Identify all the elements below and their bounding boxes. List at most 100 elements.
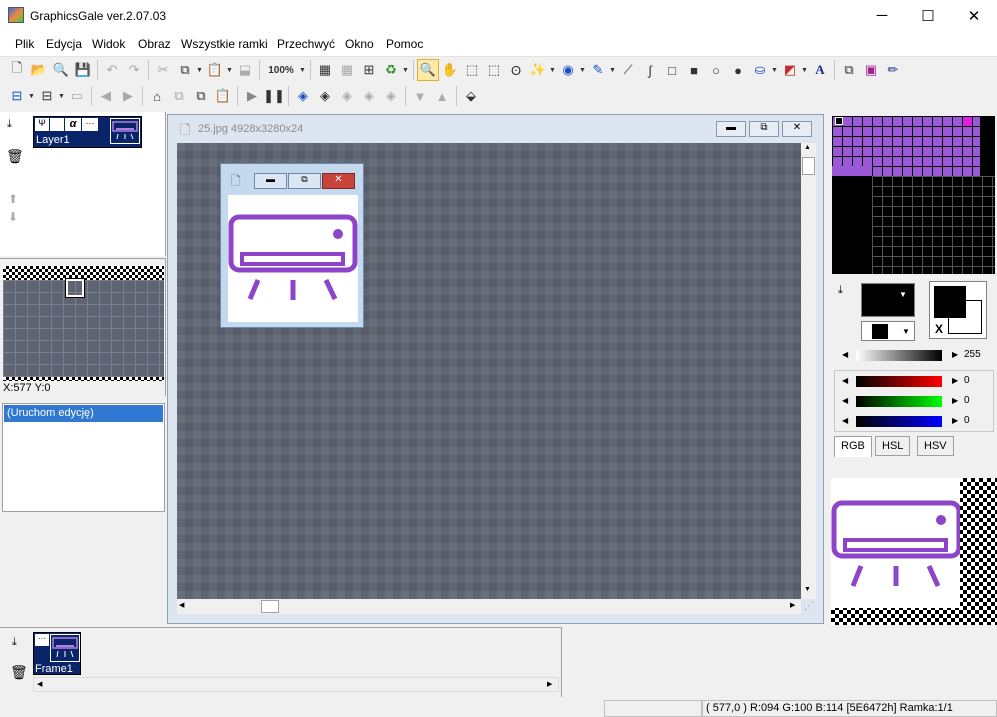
- resize-grip-icon[interactable]: ⋰: [804, 601, 814, 612]
- copy-icon[interactable]: ⧉: [174, 59, 196, 81]
- brightness-left-icon[interactable]: ◀: [842, 350, 848, 359]
- color-swap-dropdown-icon[interactable]: ▼: [402, 67, 410, 74]
- layer-more-button[interactable]: ···: [82, 118, 98, 131]
- layer-merge-dropdown-icon[interactable]: ▼: [58, 93, 66, 100]
- preview-minimize-button[interactable]: ▬: [254, 173, 287, 189]
- move-down-icon[interactable]: ▼: [409, 85, 431, 107]
- brightness-gradient[interactable]: [856, 350, 942, 361]
- horizontal-scroll-thumb[interactable]: [261, 600, 279, 613]
- copy-dropdown-icon[interactable]: ▼: [196, 67, 204, 74]
- layer-lock-icon[interactable]: [50, 118, 64, 131]
- ellipse-icon[interactable]: ○: [705, 59, 727, 81]
- frame-properties-icon[interactable]: ⌂: [146, 85, 168, 107]
- pen-icon[interactable]: ✎: [587, 59, 609, 81]
- blue-slider[interactable]: ◀ ▶ 0: [840, 415, 990, 429]
- new-file-icon[interactable]: 🗋: [6, 59, 28, 81]
- frame-window-icon[interactable]: ▣: [860, 59, 882, 81]
- foreground-color-swatch[interactable]: [934, 286, 966, 318]
- secondary-dropdown-icon[interactable]: ▼: [902, 327, 910, 336]
- gradient-icon[interactable]: ◩: [779, 59, 801, 81]
- onion-remove-icon[interactable]: ◈: [336, 85, 358, 107]
- layer-item[interactable]: Ψ α ··· Layer1: [33, 116, 142, 148]
- menu-obraz[interactable]: Obraz: [138, 37, 171, 51]
- zoom-dropdown-icon[interactable]: ▼: [299, 67, 307, 74]
- text-tool-icon[interactable]: A: [809, 59, 831, 81]
- red-left-icon[interactable]: ◀: [842, 376, 848, 385]
- save-icon[interactable]: 💾: [72, 59, 94, 81]
- redo-icon[interactable]: ↷: [123, 59, 145, 81]
- foreground-color-box[interactable]: [861, 283, 915, 317]
- document-close-button[interactable]: ✕: [782, 121, 812, 137]
- frame-more-button[interactable]: ···: [35, 634, 49, 646]
- layer-add-icon[interactable]: ⊟: [6, 85, 28, 107]
- gradient-dropdown-icon[interactable]: ▼: [801, 67, 809, 74]
- fg-bg-swatches[interactable]: X: [929, 281, 987, 339]
- play-icon[interactable]: ▶: [241, 85, 263, 107]
- magic-wand-dropdown-icon[interactable]: ▼: [549, 67, 557, 74]
- zoom-level-button[interactable]: 100%: [263, 59, 299, 81]
- grid-icon[interactable]: ▦: [314, 59, 336, 81]
- color-picker-icon[interactable]: ◉: [557, 59, 579, 81]
- filled-ellipse-icon[interactable]: ●: [727, 59, 749, 81]
- cut-icon[interactable]: ✂: [152, 59, 174, 81]
- scroll-left-icon[interactable]: ◀: [179, 601, 184, 609]
- preview-restore-button[interactable]: ⧉: [288, 173, 321, 189]
- transform-icon[interactable]: ⬙: [460, 85, 482, 107]
- green-gradient[interactable]: [856, 396, 942, 407]
- document-minimize-button[interactable]: ▬: [716, 121, 746, 137]
- fill-dropdown-icon[interactable]: ▼: [771, 67, 779, 74]
- close-button[interactable]: ✕: [951, 0, 997, 31]
- paste-icon[interactable]: 📋: [204, 59, 226, 81]
- palette-selected-swatch[interactable]: [835, 117, 843, 125]
- menu-przechwyc[interactable]: Przechwyć: [277, 37, 335, 51]
- layer-merge-icon[interactable]: ⊟: [36, 85, 58, 107]
- tab-hsv[interactable]: HSV: [917, 436, 954, 456]
- frame-prev-icon[interactable]: ◀: [95, 85, 117, 107]
- scroll-up-icon[interactable]: ▲: [804, 144, 811, 151]
- frame-trash-icon[interactable]: 🗑: [10, 664, 28, 681]
- blue-left-icon[interactable]: ◀: [842, 416, 848, 425]
- crop-grid-icon[interactable]: ⊞: [358, 59, 380, 81]
- green-right-icon[interactable]: ▶: [952, 396, 958, 405]
- frames-scroll-left-icon[interactable]: ◀: [37, 680, 42, 688]
- onion-icon[interactable]: ◈: [314, 85, 336, 107]
- red-slider[interactable]: ◀ ▶ 0: [840, 375, 990, 389]
- undo-icon[interactable]: ↶: [101, 59, 123, 81]
- color-swap-icon[interactable]: ♻: [380, 59, 402, 81]
- blue-right-icon[interactable]: ▶: [952, 416, 958, 425]
- pencil-blue-icon[interactable]: ✏: [882, 59, 904, 81]
- picker-dropdown-icon[interactable]: ▼: [579, 67, 587, 74]
- foreground-dropdown-icon[interactable]: ▼: [899, 290, 907, 299]
- grid-light-icon[interactable]: ▦: [336, 59, 358, 81]
- brightness-slider[interactable]: ◀ ▶ 255: [840, 349, 990, 363]
- menu-wszystkie-ramki[interactable]: Wszystkie ramki: [181, 37, 268, 51]
- window-icon[interactable]: ⧉: [838, 59, 860, 81]
- tab-rgb[interactable]: RGB: [834, 436, 872, 457]
- menu-okno[interactable]: Okno: [345, 37, 374, 51]
- vertical-scroll-thumb[interactable]: [802, 157, 815, 175]
- blue-gradient[interactable]: [856, 416, 942, 427]
- layer-alpha-icon[interactable]: α: [65, 118, 81, 131]
- layer-download-icon[interactable]: ⤓: [7, 118, 12, 131]
- document-restore-button[interactable]: ⧉: [749, 121, 779, 137]
- palette-magenta-swatch[interactable]: [963, 117, 972, 126]
- layer-down-icon[interactable]: ⬇: [8, 210, 18, 224]
- palette-black-swatches[interactable]: [872, 176, 995, 274]
- history-item[interactable]: (Uruchom edycję): [4, 405, 163, 422]
- hand-tool-icon[interactable]: ✋: [439, 59, 461, 81]
- menu-edycja[interactable]: Edycja: [46, 37, 82, 51]
- pause-icon[interactable]: ❚❚: [263, 85, 285, 107]
- minimize-button[interactable]: ─: [859, 0, 905, 31]
- red-gradient[interactable]: [856, 376, 942, 387]
- frame-item[interactable]: ··· Frame1: [33, 632, 81, 675]
- layer-add-dropdown-icon[interactable]: ▼: [28, 93, 36, 100]
- browse-magnifier-icon[interactable]: 🔍: [50, 59, 72, 81]
- stamp-icon[interactable]: ⬓: [234, 59, 256, 81]
- rectangle-icon[interactable]: □: [661, 59, 683, 81]
- layer-trash-icon[interactable]: 🗑: [6, 148, 24, 165]
- pen-dropdown-icon[interactable]: ▼: [609, 67, 617, 74]
- tab-hsl[interactable]: HSL: [875, 436, 911, 456]
- layer-visible-icon[interactable]: Ψ: [35, 118, 49, 131]
- green-left-icon[interactable]: ◀: [842, 396, 848, 405]
- move-up-icon[interactable]: ▲: [431, 85, 453, 107]
